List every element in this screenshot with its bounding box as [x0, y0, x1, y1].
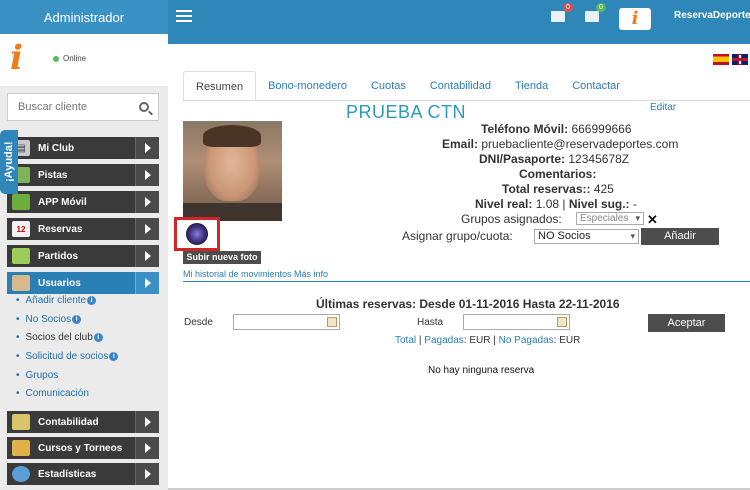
tab-contactar[interactable]: Contactar — [560, 71, 632, 101]
add-group-button[interactable]: Añadir — [641, 228, 719, 245]
info-icon: i — [109, 352, 119, 361]
sidebar-item-partidos[interactable]: Partidos — [7, 245, 159, 267]
info-icon: i — [72, 315, 82, 324]
search-input[interactable] — [8, 94, 128, 120]
sidebar-item-contabilidad[interactable]: Contabilidad — [7, 411, 159, 433]
remove-group-icon[interactable]: ✕ — [647, 212, 658, 228]
sidebar-item-app-movil[interactable]: APP Móvil — [7, 191, 159, 213]
total-reservas-row: Total reservas:: 425 — [502, 182, 614, 196]
dni-row: DNI/Pasaporte: 12345678Z — [479, 152, 630, 166]
app-root: Administrador 0 0 i ReservaDeportes i On… — [0, 0, 750, 490]
calendar-icon[interactable] — [327, 317, 337, 327]
client-name: PRUEBA CTN — [346, 102, 467, 122]
camera-button[interactable] — [174, 217, 220, 251]
submenu-anadir-cliente[interactable]: Añadir clientei — [16, 295, 97, 306]
sidebar: i Online ▤ Mi Club Pistas APP Móvil 12 R… — [0, 34, 168, 490]
totals-row: Total | Pagadas: EUR | No Pagadas: EUR — [395, 335, 581, 346]
assign-label: Asignar grupo/cuota: — [402, 229, 513, 243]
history-divider — [183, 281, 750, 282]
sidebar-item-estadisticas[interactable]: Estadísticas — [7, 463, 159, 485]
expand-arrow-icon[interactable] — [135, 191, 159, 213]
expand-arrow-icon[interactable] — [135, 137, 159, 159]
sidebar-item-usuarios[interactable]: Usuarios — [7, 272, 159, 294]
info-icon: i — [87, 296, 97, 305]
trophy-icon — [12, 440, 30, 456]
submenu-solicitud-socios[interactable]: Solicitud de sociosi — [16, 351, 119, 362]
client-tabs: Resumen Bono-monedero Cuotas Contabilida… — [183, 71, 632, 101]
expand-arrow-icon[interactable] — [135, 245, 159, 267]
camera-icon — [186, 223, 208, 245]
sidebar-item-mi-club[interactable]: ▤ Mi Club — [7, 137, 159, 159]
to-date-input[interactable] — [463, 314, 570, 330]
reservations-title: Últimas reservas: Desde 01-11-2016 Hasta… — [316, 297, 620, 311]
accept-button[interactable]: Aceptar — [648, 314, 725, 332]
assign-select[interactable]: NO Socios — [534, 229, 639, 244]
submenu-comunicacion[interactable]: Comunicación — [16, 388, 89, 399]
tab-resumen[interactable]: Resumen — [183, 71, 257, 101]
flag-uk-icon[interactable] — [732, 54, 748, 65]
submenu-grupos[interactable]: Grupos — [16, 370, 59, 381]
submenu-socios-del-club[interactable]: Socios del clubi — [16, 332, 103, 343]
groups-label: Grupos asignados: — [461, 212, 562, 226]
client-search — [7, 93, 159, 121]
groups-select[interactable]: Especiales — [576, 212, 644, 225]
paid-link[interactable]: Pagadas — [424, 335, 463, 346]
flag-spain-icon[interactable] — [713, 54, 729, 65]
to-label: Hasta — [417, 317, 444, 328]
site-name[interactable]: ReservaDeportes — [674, 10, 750, 21]
edit-link[interactable]: Editar — [650, 102, 676, 113]
expand-arrow-icon[interactable] — [135, 463, 159, 485]
users-icon — [12, 275, 30, 291]
calendar-icon: 12 — [12, 221, 30, 237]
history-link[interactable]: Mi historial de movimientos Más info — [183, 269, 328, 279]
tab-tienda[interactable]: Tienda — [503, 71, 560, 101]
site-logo[interactable]: i — [619, 8, 651, 30]
menu-toggle-icon[interactable] — [176, 10, 192, 24]
sidebar-item-pistas[interactable]: Pistas — [7, 164, 159, 186]
tab-bono-monedero[interactable]: Bono-monedero — [256, 71, 359, 101]
expand-arrow-icon[interactable] — [135, 437, 159, 459]
app-title: Administrador — [0, 0, 168, 34]
tasks-icon[interactable] — [585, 11, 599, 22]
accounting-icon — [12, 414, 30, 430]
user-profile: i Online — [0, 34, 168, 86]
phone-row: Teléfono Móvil: 666999666 — [481, 122, 632, 136]
messages-badge: 0 — [563, 3, 573, 12]
expand-arrow-icon[interactable] — [135, 272, 159, 294]
expand-arrow-icon[interactable] — [135, 411, 159, 433]
sidebar-item-reservas[interactable]: 12 Reservas — [7, 218, 159, 240]
avatar-logo: i — [10, 38, 23, 78]
mobile-icon — [12, 194, 30, 210]
from-label: Desde — [184, 317, 213, 328]
matches-icon — [12, 248, 30, 264]
tab-contabilidad[interactable]: Contabilidad — [418, 71, 503, 101]
from-date-input[interactable] — [233, 314, 340, 330]
email-row: Email: pruebacliente@reservadeportes.com — [442, 137, 679, 151]
expand-arrow-icon[interactable] — [135, 164, 159, 186]
online-status-icon — [53, 56, 59, 62]
calendar-icon[interactable] — [557, 317, 567, 327]
info-icon: i — [93, 333, 103, 342]
tab-divider — [183, 100, 750, 101]
submenu-no-socios[interactable]: No Sociosi — [16, 314, 82, 325]
tasks-badge: 0 — [596, 3, 606, 12]
tab-cuotas[interactable]: Cuotas — [359, 71, 418, 101]
help-tab[interactable]: ¡Ayuda! — [0, 130, 18, 194]
empty-message: No hay ninguna reserva — [428, 365, 535, 376]
client-photo — [183, 121, 282, 221]
messages-icon[interactable] — [551, 11, 565, 22]
online-status: Online — [63, 54, 87, 63]
stats-icon — [12, 466, 30, 482]
comments-row: Comentarios: — [519, 167, 597, 181]
sidebar-item-cursos-torneos[interactable]: Cursos y Torneos — [7, 437, 159, 459]
total-link[interactable]: Total — [395, 335, 416, 346]
upload-photo-button[interactable]: Subir nueva foto — [183, 251, 261, 264]
expand-arrow-icon[interactable] — [135, 218, 159, 240]
search-icon[interactable] — [139, 102, 149, 112]
unpaid-link[interactable]: No Pagadas — [499, 335, 554, 346]
level-row: Nivel real: 1.08 | Nivel sug.: - — [475, 197, 637, 211]
language-selector — [713, 54, 748, 65]
